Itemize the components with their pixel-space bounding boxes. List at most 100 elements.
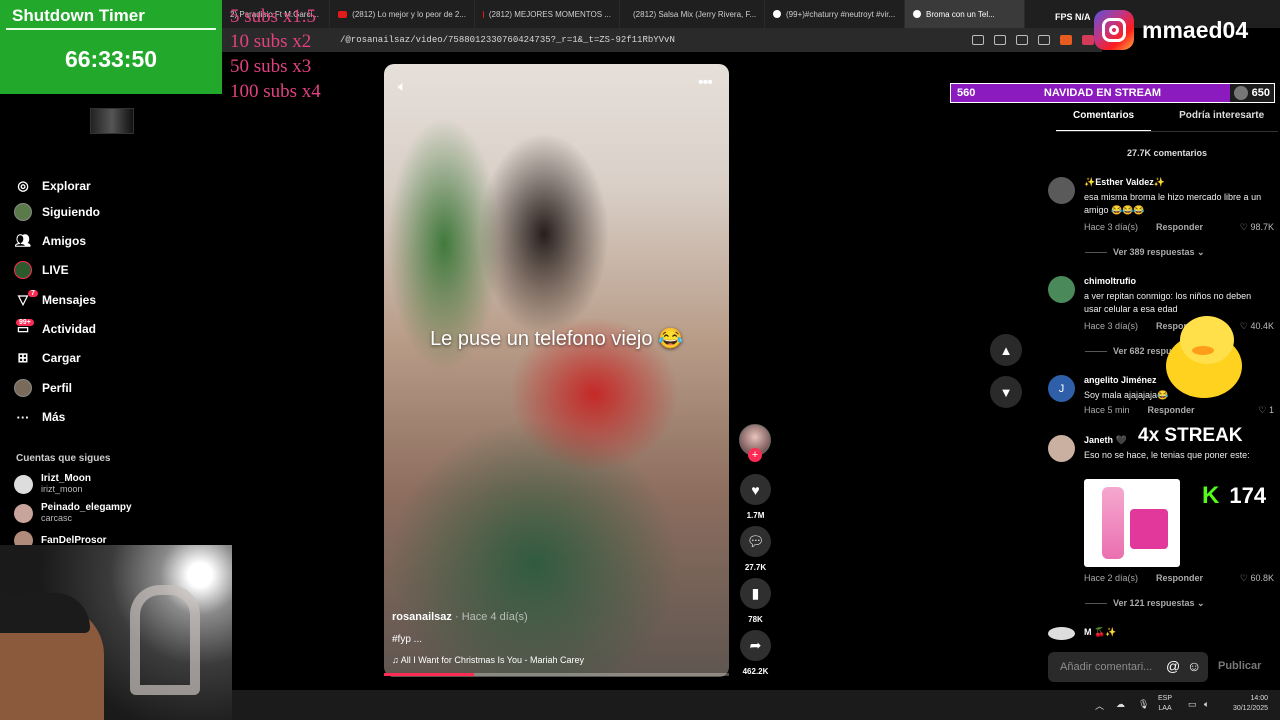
post-button[interactable]: Publicar bbox=[1218, 660, 1261, 672]
emoji-icon[interactable]: ☺ bbox=[1187, 658, 1201, 674]
goal-title: NAVIDAD EN STREAM bbox=[1043, 87, 1162, 99]
share-icon[interactable] bbox=[1038, 35, 1050, 45]
browser-tab[interactable]: (99+)#chaturry #neutroyt #vir... bbox=[765, 0, 905, 28]
mention-icon[interactable]: @ bbox=[1166, 658, 1180, 674]
comments-count: 27.7K comentarios bbox=[1126, 148, 1208, 158]
comment-sticker-image[interactable] bbox=[1084, 479, 1180, 567]
video-author[interactable]: rosanailsaz · Hace 4 día(s) bbox=[392, 611, 528, 623]
video-player[interactable] bbox=[384, 64, 729, 677]
lang-code: ESP bbox=[1158, 695, 1173, 702]
like-button[interactable]: ♥ bbox=[740, 474, 771, 505]
tab-label: (2812) Salsa Mix (Jerry Rivera, F... bbox=[633, 9, 757, 19]
address-bar[interactable]: /@rosanailsaz/video/7588012330760424735?… bbox=[222, 28, 1102, 52]
author-name[interactable]: rosanailsaz bbox=[392, 611, 452, 623]
sidebar-item-label: Cargar bbox=[42, 351, 81, 365]
previous-video-button[interactable]: ▲ bbox=[990, 334, 1022, 366]
goal-end: 650 bbox=[1229, 84, 1274, 102]
tab-divider bbox=[1056, 131, 1278, 132]
next-video-button[interactable]: ▼ bbox=[990, 376, 1022, 408]
share-button[interactable]: ➦ bbox=[740, 630, 771, 661]
comment-button[interactable]: 💬︎ bbox=[740, 526, 771, 557]
sidebar-item-perfil[interactable]: Perfil bbox=[14, 379, 72, 397]
browser-tab[interactable]: (2812) MEJORES MOMENTOS ... bbox=[475, 0, 620, 28]
brave-rewards-icon[interactable] bbox=[1082, 35, 1094, 45]
network-icon[interactable]: ▭ bbox=[1188, 699, 1197, 710]
sidebar-item-cargar[interactable]: ⊞ Cargar bbox=[14, 349, 81, 367]
speaker-icon[interactable]: 🔈︎ bbox=[1204, 699, 1209, 710]
tiktok-icon bbox=[913, 10, 921, 18]
youtube-icon bbox=[483, 10, 484, 18]
translate-icon[interactable] bbox=[1016, 35, 1028, 45]
tab-interest[interactable]: Podría interesarte bbox=[1179, 110, 1264, 132]
pink-case-image bbox=[1130, 509, 1168, 549]
save-button[interactable]: ▮ bbox=[740, 578, 771, 609]
account-name: Irizt_Moon bbox=[41, 473, 91, 484]
followed-account[interactable]: Peinado_elegampy carcasc bbox=[14, 502, 132, 524]
comment-likes[interactable]: ♡ 1 bbox=[1258, 405, 1274, 416]
avatar[interactable]: J bbox=[1048, 375, 1075, 402]
reply-button[interactable]: Responder bbox=[1156, 222, 1203, 233]
cast-icon[interactable] bbox=[994, 35, 1006, 45]
comment-author[interactable]: M 🍒✨ bbox=[1084, 627, 1116, 638]
comment-input[interactable]: Añadir comentari... bbox=[1048, 652, 1208, 682]
comment-author[interactable]: chimoltrufio bbox=[1084, 276, 1136, 286]
clock[interactable]: 14:00 30/12/2025 bbox=[1222, 694, 1268, 714]
reply-button[interactable]: Responder bbox=[1156, 573, 1203, 584]
comment-text: esa misma broma le hizo mercado libre a … bbox=[1084, 192, 1262, 215]
volume-icon[interactable]: 🔈︎ bbox=[398, 78, 406, 95]
url-text[interactable]: /@rosanailsaz/video/7588012330760424735?… bbox=[340, 35, 675, 45]
microphone-icon[interactable]: 🎙︎ bbox=[1138, 699, 1149, 710]
onedrive-icon[interactable]: ☁ bbox=[1116, 699, 1125, 710]
activity-badge: 99+ bbox=[16, 319, 34, 326]
sidebar-item-explorar[interactable]: ◎ Explorar bbox=[14, 177, 91, 195]
avatar[interactable] bbox=[1048, 276, 1075, 303]
comment-icon: 💬︎ bbox=[746, 533, 765, 549]
account-name: Peinado_elegampy bbox=[41, 502, 132, 513]
view-replies-button[interactable]: Ver 121 respuestas ⌄ bbox=[1085, 598, 1205, 609]
comment-likes[interactable]: ♡ 40.4K bbox=[1240, 321, 1274, 332]
video-song[interactable]: ♫ All I Want for Christmas Is You - Mari… bbox=[392, 655, 584, 665]
sidebar-item-label: Explorar bbox=[42, 179, 91, 193]
sidebar-item-label: Siguiendo bbox=[42, 205, 100, 219]
share-arrow-icon: ➦ bbox=[749, 637, 762, 653]
input-language[interactable]: ESP LAA bbox=[1158, 694, 1172, 714]
comment-author[interactable]: ✨Esther Valdez✨ bbox=[1084, 177, 1165, 188]
follow-plus-icon[interactable]: + bbox=[748, 448, 762, 462]
lang-layout: LAA bbox=[1158, 705, 1172, 712]
sidebar-item-label: Mensajes bbox=[42, 293, 97, 307]
comment-author[interactable]: Janeth 🖤 bbox=[1084, 435, 1127, 446]
sidebar-item-label: Perfil bbox=[42, 381, 73, 395]
more-options-icon[interactable]: ••• bbox=[698, 74, 713, 92]
tray-chevron-icon[interactable]: ︿ bbox=[1095, 699, 1104, 712]
browser-tab[interactable]: (2812) Lo mejor y lo peor de 2... bbox=[330, 0, 475, 28]
sidebar-item-siguiendo[interactable]: Siguiendo bbox=[14, 203, 100, 221]
comment-likes[interactable]: ♡ 98.7K bbox=[1240, 222, 1274, 233]
video-progress-bar[interactable] bbox=[384, 673, 729, 676]
video-date: · Hace 4 día(s) bbox=[451, 611, 528, 623]
sidebar-item-mensajes[interactable]: ▽ Mensajes bbox=[14, 291, 96, 309]
browser-tab-active[interactable]: Broma con un Tel... bbox=[905, 0, 1025, 28]
sidebar-item-amigos[interactable]: 👥︎ Amigos bbox=[14, 232, 86, 250]
avatar[interactable] bbox=[1048, 627, 1075, 640]
avatar[interactable] bbox=[1048, 435, 1075, 462]
comment-author[interactable]: angelito Jiménez bbox=[1084, 375, 1157, 385]
comment-likes[interactable]: ♡ 60.8K bbox=[1240, 573, 1274, 584]
sidebar-item-label: LIVE bbox=[42, 263, 69, 277]
tab-label: (2812) Lo mejor y lo peor de 2... bbox=[352, 9, 466, 19]
video-tags[interactable]: #fyp ... bbox=[392, 634, 422, 645]
brave-shield-icon[interactable] bbox=[1060, 35, 1072, 45]
sidebar-item-live[interactable]: LIVE bbox=[14, 261, 69, 279]
tab-comments[interactable]: Comentarios bbox=[1056, 110, 1152, 132]
reader-icon[interactable] bbox=[972, 35, 984, 45]
profile-icon bbox=[14, 379, 32, 397]
sidebar-item-mas[interactable]: ··· Más bbox=[14, 408, 66, 426]
comment-text: a ver repitan conmigo: los niños no debe… bbox=[1084, 291, 1252, 314]
kick-count: 174 bbox=[1229, 483, 1267, 508]
reply-button[interactable]: Responder bbox=[1148, 405, 1195, 416]
following-avatar-icon bbox=[14, 203, 32, 221]
view-replies-button[interactable]: Ver 389 respuestas ⌄ bbox=[1085, 247, 1205, 258]
avatar[interactable] bbox=[1048, 177, 1075, 204]
sidebar-item-label: Más bbox=[42, 410, 66, 424]
browser-tab[interactable]: (2812) Salsa Mix (Jerry Rivera, F... bbox=[620, 0, 765, 28]
followed-account[interactable]: Irizt_Moon irizt_moon bbox=[14, 473, 91, 495]
